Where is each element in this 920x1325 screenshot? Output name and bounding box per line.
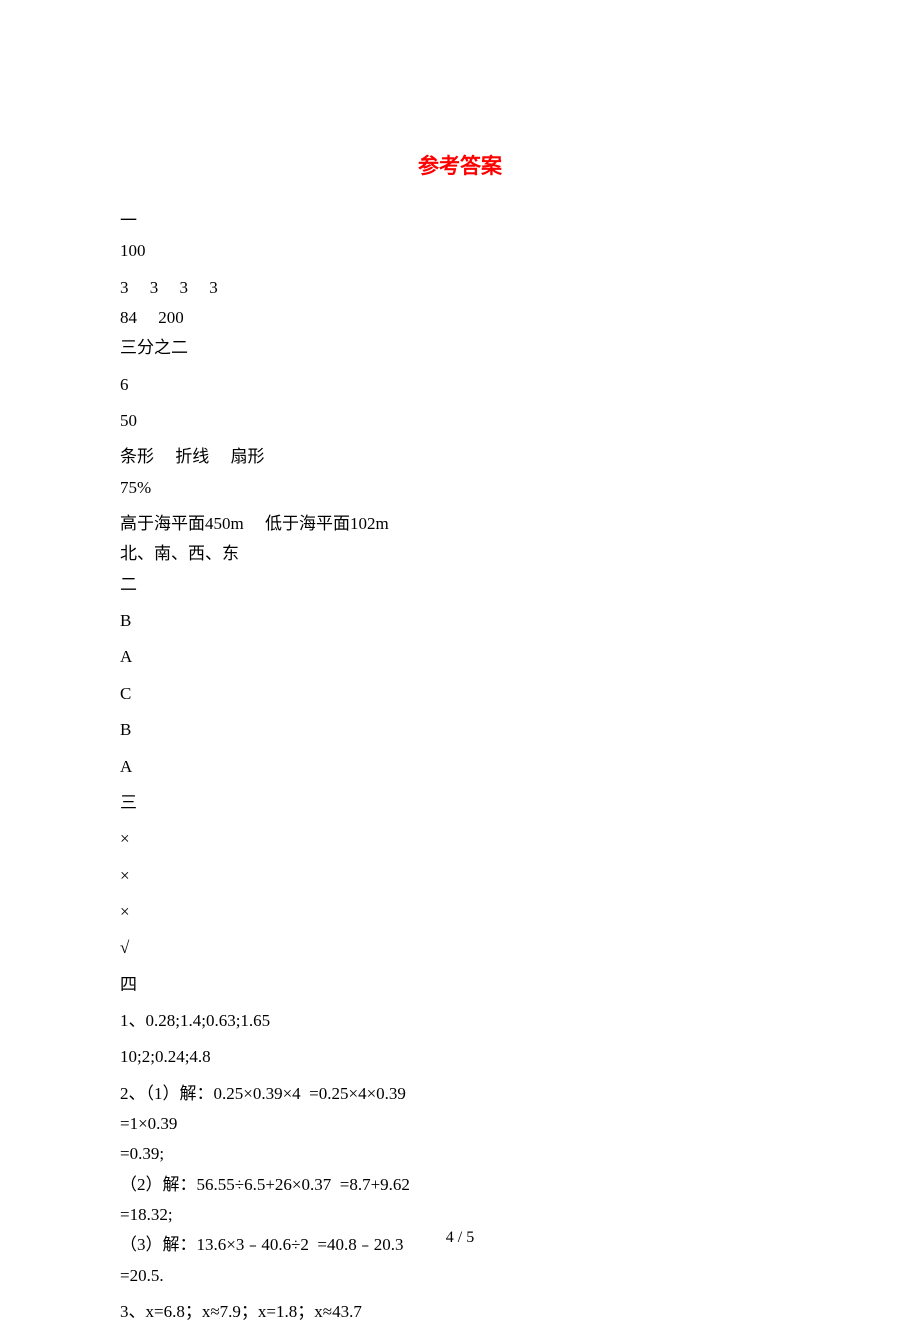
answer-key-title: 参考答案	[120, 150, 800, 180]
answer-line: =1×0.39	[120, 1111, 800, 1137]
answer-line: 1、0.28;1.4;0.63;1.65	[120, 1008, 800, 1034]
answer-line: 3、x=6.8；x≈7.9；x=1.8；x≈43.7	[120, 1299, 800, 1325]
answer-line: 二	[120, 572, 800, 598]
answer-line: （2）解：56.55÷6.5+26×0.37 =8.7+9.62	[120, 1172, 800, 1198]
answer-line: 84 200	[120, 305, 800, 331]
answer-line: =20.5.	[120, 1263, 800, 1289]
answer-line: ×	[120, 863, 800, 889]
answer-line: 6	[120, 372, 800, 398]
answer-line: A	[120, 754, 800, 780]
answer-line: 2、（1）解：0.25×0.39×4 =0.25×4×0.39	[120, 1081, 800, 1107]
answer-line: B	[120, 717, 800, 743]
page-number: 4 / 5	[0, 1229, 920, 1247]
answer-line: 10;2;0.24;4.8	[120, 1044, 800, 1070]
answer-line: 一	[120, 208, 800, 234]
answer-line: 50	[120, 408, 800, 434]
answer-line: A	[120, 644, 800, 670]
answer-line: =18.32;	[120, 1202, 800, 1228]
answer-line: C	[120, 681, 800, 707]
answer-line: 75%	[120, 475, 800, 501]
answer-line: 高于海平面450m 低于海平面102m	[120, 511, 800, 537]
answer-line: 北、南、西、东	[120, 541, 800, 567]
answer-line: B	[120, 608, 800, 634]
answer-line: ×	[120, 826, 800, 852]
answer-content: 一 100 3 3 3 3 84 200 三分之二 6 50 条形 折线 扇形 75% 高于海平面…	[120, 208, 800, 1325]
answer-line: ×	[120, 899, 800, 925]
answer-line: 三	[120, 790, 800, 816]
answer-line: =0.39;	[120, 1141, 800, 1167]
answer-line: 3 3 3 3	[120, 275, 800, 301]
answer-line: √	[120, 935, 800, 961]
answer-line: 四	[120, 972, 800, 998]
answer-line: 100	[120, 238, 800, 264]
answer-line: 三分之二	[120, 335, 800, 361]
answer-line: 条形 折线 扇形	[120, 444, 800, 470]
